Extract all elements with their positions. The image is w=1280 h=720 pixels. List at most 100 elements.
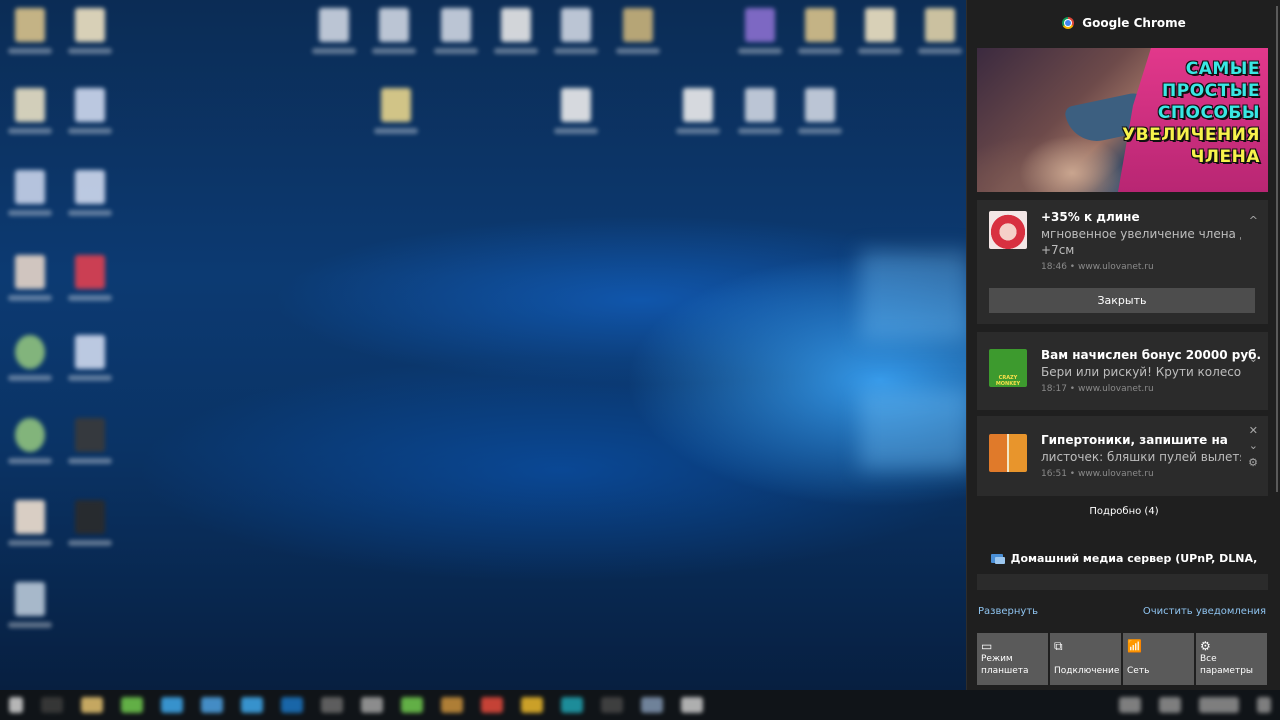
taskbar-item[interactable] — [161, 697, 183, 713]
taskbar-item[interactable] — [561, 697, 583, 713]
notification-hero-image[interactable]: САМЫЕ ПРОСТЫЕ СПОСОБЫ УВЕЛИЧЕНИЯ ЧЛЕНА — [977, 48, 1268, 192]
quick-action-label: Все — [1200, 654, 1217, 664]
desktop-icon[interactable] — [62, 418, 118, 478]
notification-group-header[interactable]: Домашний медиа сервер (UPnP, DLNA, — [967, 548, 1280, 568]
desktop-icon[interactable] — [792, 88, 848, 148]
desktop-icon[interactable] — [2, 335, 58, 395]
quick-action-label — [1127, 653, 1190, 665]
notification-meta: 18:46 • www.ulovanet.ru — [1041, 262, 1154, 272]
desktop-icon[interactable] — [366, 8, 422, 68]
taskbar-item[interactable] — [81, 697, 103, 713]
notification-card[interactable]: CRAZY MONKEY Вам начислен бонус 20000 ру… — [977, 332, 1268, 410]
quick-action-label — [1054, 653, 1117, 665]
desktop-icon[interactable] — [428, 8, 484, 68]
desktop — [0, 0, 966, 690]
expand-chevron-icon[interactable]: ⌄ — [1249, 439, 1258, 452]
expand-link[interactable]: Развернуть — [978, 606, 1038, 617]
banner-line: САМЫЕ — [1185, 59, 1260, 79]
desktop-icon[interactable] — [2, 418, 58, 478]
taskbar-item[interactable] — [601, 697, 623, 713]
taskbar-item[interactable] — [321, 697, 343, 713]
system-tray[interactable] — [1159, 697, 1181, 713]
desktop-icon[interactable] — [2, 8, 58, 68]
taskbar-item[interactable] — [441, 697, 463, 713]
desktop-icon[interactable] — [2, 500, 58, 560]
desktop-icon[interactable] — [62, 170, 118, 230]
notification-card[interactable]: Гипертоники, запишите на листочек: бляшк… — [977, 416, 1268, 496]
taskbar-item[interactable] — [641, 697, 663, 713]
desktop-icon[interactable] — [548, 8, 604, 68]
more-notifications-link[interactable]: Подробно (4) — [967, 506, 1280, 517]
quick-action-tablet-mode[interactable]: ▭ Режим планшета — [977, 633, 1048, 685]
desktop-icon[interactable] — [2, 255, 58, 315]
thumbnail-caption: CRAZY MONKEY — [995, 375, 1021, 387]
taskbar-item[interactable] — [281, 697, 303, 713]
recycle-bin-icon[interactable] — [2, 582, 58, 642]
system-tray[interactable] — [1119, 697, 1141, 713]
quick-action-connect[interactable]: ⧉ Подключение — [1050, 633, 1121, 685]
collapse-chevron-icon[interactable]: ^ — [1249, 214, 1258, 227]
desktop-icon[interactable] — [62, 255, 118, 315]
desktop-icon[interactable] — [2, 170, 58, 230]
action-center-icon[interactable] — [1257, 697, 1271, 713]
desktop-icon[interactable] — [912, 8, 966, 68]
banner-line: УВЕЛИЧЕНИЯ — [1122, 125, 1260, 145]
taskbar-item[interactable] — [481, 697, 503, 713]
media-server-icon — [990, 553, 1005, 564]
taskbar-item[interactable] — [401, 697, 423, 713]
notification-body: мгновенное увеличение члена до — [1041, 227, 1241, 241]
taskbar-item[interactable] — [201, 697, 223, 713]
notification-body: Бери или рискуй! Крути колесо фор — [1041, 365, 1241, 379]
app-name: Google Chrome — [1082, 16, 1186, 30]
clear-notifications-link[interactable]: Очистить уведомления — [1143, 606, 1266, 617]
taskbar-item[interactable] — [361, 697, 383, 713]
desktop-icon[interactable] — [62, 500, 118, 560]
notification-title: Вам начислен бонус 20000 руб. — [1041, 348, 1262, 362]
taskbar-item[interactable] — [241, 697, 263, 713]
desktop-icon[interactable] — [62, 88, 118, 148]
desktop-icon[interactable] — [732, 8, 788, 68]
scrollbar[interactable] — [1276, 6, 1278, 492]
desktop-icon[interactable] — [62, 8, 118, 68]
wallpaper-light-beam — [860, 390, 966, 470]
taskbar-item[interactable] — [681, 697, 703, 713]
desktop-icon[interactable] — [488, 8, 544, 68]
desktop-icon[interactable] — [548, 88, 604, 148]
start-button[interactable] — [9, 697, 23, 713]
notification-meta: 16:51 • www.ulovanet.ru — [1041, 469, 1154, 479]
desktop-icon[interactable] — [670, 88, 726, 148]
close-button[interactable]: Закрыть — [989, 288, 1255, 313]
desktop-icon[interactable] — [306, 8, 362, 68]
quick-action-network[interactable]: 📶 Сеть — [1123, 633, 1194, 685]
desktop-icon[interactable] — [610, 8, 666, 68]
desktop-icon[interactable] — [368, 88, 424, 148]
quick-action-all-settings[interactable]: ⚙ Все параметры — [1196, 633, 1267, 685]
notification-body: листочек: бляшки пулей вылетят и в — [1041, 450, 1241, 464]
banner-line: СПОСОБЫ — [1157, 103, 1260, 123]
quick-action-label: Подключение — [1054, 666, 1120, 676]
desktop-icon[interactable] — [2, 88, 58, 148]
notification-settings-gear-icon[interactable]: ⚙ — [1248, 456, 1258, 469]
taskbar — [0, 690, 1280, 720]
taskbar-item[interactable] — [41, 697, 63, 713]
notification-card[interactable] — [977, 574, 1268, 590]
taskbar-item[interactable] — [521, 697, 543, 713]
tablet-mode-icon: ▭ — [981, 639, 993, 653]
desktop-icon[interactable] — [62, 335, 118, 395]
desktop-icon[interactable] — [792, 8, 848, 68]
clock[interactable] — [1199, 697, 1239, 713]
settings-icon: ⚙ — [1200, 639, 1211, 653]
expand-chevron-icon[interactable]: ⌄ — [1249, 352, 1258, 365]
desktop-icon[interactable] — [732, 88, 788, 148]
chrome-icon — [1062, 17, 1075, 29]
notification-group-header[interactable]: Google Chrome — [967, 0, 1280, 46]
notification-thumbnail — [989, 211, 1027, 249]
quick-action-label: Сеть — [1127, 666, 1150, 676]
banner-line: ПРОСТЫЕ — [1162, 81, 1260, 101]
dismiss-close-icon[interactable]: ✕ — [1249, 424, 1258, 437]
desktop-icon[interactable] — [852, 8, 908, 68]
banner-line: ЧЛЕНА — [1190, 147, 1260, 167]
notification-card[interactable]: +35% к длине мгновенное увеличение члена… — [977, 200, 1268, 324]
quick-action-label: Режим — [981, 654, 1013, 664]
taskbar-item[interactable] — [121, 697, 143, 713]
